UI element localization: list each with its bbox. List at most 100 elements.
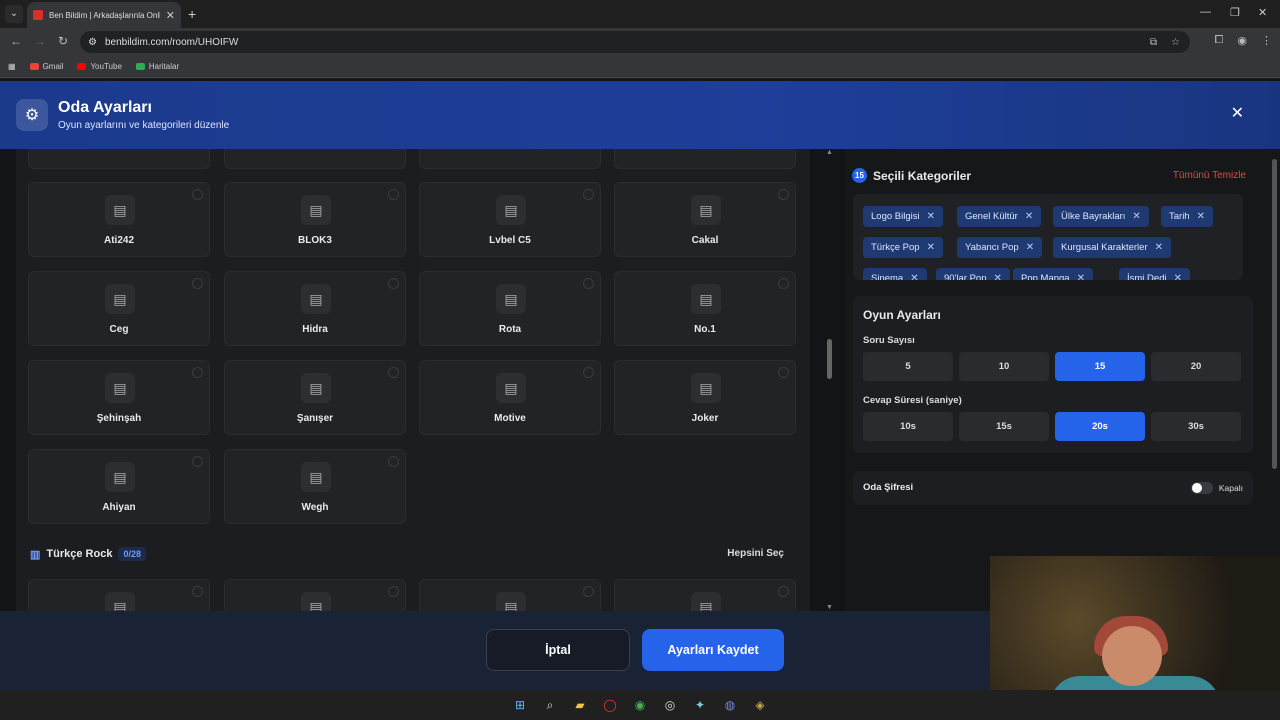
category-card[interactable]: ▤ Ahiyan: [28, 449, 210, 524]
tab-close-icon[interactable]: ✕: [166, 9, 175, 22]
chip-remove-icon[interactable]: ✕: [910, 273, 918, 280]
browser-tab[interactable]: Ben Bildim | Arkadaşlarınla Onli... ✕: [27, 2, 181, 28]
settings-scrollbar[interactable]: [1272, 159, 1278, 469]
category-radio[interactable]: [583, 586, 594, 597]
category-card[interactable]: ▤ Şehinşah: [28, 360, 210, 435]
password-toggle[interactable]: [1191, 482, 1213, 494]
answer-time-option[interactable]: 30s: [1151, 412, 1241, 441]
cast-icon[interactable]: ⧉: [1150, 37, 1157, 48]
category-radio[interactable]: [778, 189, 789, 200]
category-radio[interactable]: [778, 586, 789, 597]
category-card[interactable]: ▤ Wegh: [224, 449, 406, 524]
search-icon[interactable]: ⌕: [540, 695, 560, 715]
category-card[interactable]: ▤ Ceg: [28, 271, 210, 346]
category-card[interactable]: Ben Fero: [224, 149, 406, 169]
new-tab-icon[interactable]: +: [188, 6, 196, 22]
question-count-option[interactable]: 20: [1151, 352, 1241, 381]
chip-remove-icon[interactable]: ✕: [1174, 273, 1182, 280]
category-card[interactable]: ▤ Rota: [419, 271, 601, 346]
category-radio[interactable]: [388, 278, 399, 289]
category-card[interactable]: ▤ Ati242: [28, 182, 210, 257]
chip-remove-icon[interactable]: ✕: [927, 211, 935, 222]
extensions-icon[interactable]: ⧠: [1215, 34, 1224, 47]
category-card[interactable]: ▤ No.1: [614, 271, 796, 346]
category-radio[interactable]: [778, 278, 789, 289]
category-card[interactable]: ▤: [614, 579, 796, 611]
category-card[interactable]: Sagopa Kajmer: [28, 149, 210, 169]
forward-icon[interactable]: →: [34, 34, 46, 48]
category-radio[interactable]: [388, 367, 399, 378]
apps-icon[interactable]: ▦: [8, 62, 16, 71]
menu-icon[interactable]: ⋮: [1261, 34, 1272, 47]
window-close-icon[interactable]: ✕: [1258, 6, 1267, 19]
category-radio[interactable]: [388, 586, 399, 597]
chip-remove-icon[interactable]: ✕: [1026, 242, 1034, 253]
select-all-button[interactable]: Hepsini Seç: [727, 548, 784, 559]
category-card[interactable]: ▤ Hidra: [224, 271, 406, 346]
category-radio[interactable]: [388, 189, 399, 200]
category-radio[interactable]: [192, 278, 203, 289]
scroll-down-icon[interactable]: ▼: [826, 604, 833, 611]
category-card[interactable]: ▤ Şanışer: [224, 360, 406, 435]
profile-avatar-icon[interactable]: ◉: [1237, 34, 1247, 47]
category-radio[interactable]: [583, 189, 594, 200]
save-settings-button[interactable]: Ayarları Kaydet: [642, 629, 784, 671]
category-card[interactable]: ▤ Joker: [614, 360, 796, 435]
file-explorer-icon[interactable]: ▰: [570, 695, 590, 715]
chip-remove-icon[interactable]: ✕: [1132, 211, 1140, 222]
question-count-option[interactable]: 5: [863, 352, 953, 381]
chip-remove-icon[interactable]: ✕: [1025, 211, 1033, 222]
category-radio[interactable]: [192, 586, 203, 597]
bookmark-maps[interactable]: Haritalar: [135, 62, 179, 71]
category-card[interactable]: ▤: [28, 579, 210, 611]
category-card[interactable]: ▤ Cakal: [614, 182, 796, 257]
back-icon[interactable]: ←: [10, 34, 22, 48]
bookmark-youtube[interactable]: YouTube: [77, 62, 122, 71]
category-radio[interactable]: [388, 456, 399, 467]
chip-remove-icon[interactable]: ✕: [1197, 211, 1205, 222]
category-scrollbar[interactable]: ▲ ▼: [826, 149, 834, 611]
app-icon[interactable]: ✦: [690, 695, 710, 715]
category-card[interactable]: ▤ Motive: [419, 360, 601, 435]
scroll-thumb[interactable]: [827, 339, 832, 379]
category-card[interactable]: ▤: [224, 579, 406, 611]
minimize-icon[interactable]: —: [1200, 6, 1211, 18]
category-card[interactable]: ▤: [419, 579, 601, 611]
chip-remove-icon[interactable]: ✕: [1077, 273, 1085, 280]
clear-all-button[interactable]: Tümünü Temizle: [1173, 170, 1246, 181]
category-radio[interactable]: [778, 367, 789, 378]
category-card[interactable]: Allame: [419, 149, 601, 169]
category-radio[interactable]: [583, 278, 594, 289]
reload-icon[interactable]: ↻: [58, 34, 68, 48]
tab-search-icon[interactable]: ⌄: [5, 5, 23, 23]
chip-remove-icon[interactable]: ✕: [1155, 242, 1163, 253]
bookmark-star-icon[interactable]: ☆: [1171, 37, 1180, 48]
bookmark-gmail[interactable]: Gmail: [29, 62, 63, 71]
site-info-icon[interactable]: ⚙: [88, 37, 97, 48]
maximize-icon[interactable]: ❐: [1230, 6, 1240, 19]
question-count-option[interactable]: 10: [959, 352, 1049, 381]
start-icon[interactable]: ⊞: [510, 695, 530, 715]
category-card[interactable]: ▤ BLOK3: [224, 182, 406, 257]
question-count-option[interactable]: 15: [1055, 352, 1145, 381]
category-radio[interactable]: [583, 367, 594, 378]
chrome-icon[interactable]: ◉: [630, 695, 650, 715]
category-radio[interactable]: [192, 367, 203, 378]
answer-time-option[interactable]: 10s: [863, 412, 953, 441]
settings-scroll-thumb[interactable]: [1272, 159, 1277, 469]
scroll-up-icon[interactable]: ▲: [826, 149, 833, 156]
league-icon[interactable]: ◈: [750, 695, 770, 715]
chip-remove-icon[interactable]: ✕: [993, 273, 1001, 280]
category-card[interactable]: ▤ Lvbel C5: [419, 182, 601, 257]
opera-icon[interactable]: ◯: [600, 695, 620, 715]
answer-time-option[interactable]: 20s: [1055, 412, 1145, 441]
category-radio[interactable]: [192, 189, 203, 200]
cancel-button[interactable]: İptal: [486, 629, 630, 671]
answer-time-option[interactable]: 15s: [959, 412, 1049, 441]
category-radio[interactable]: [192, 456, 203, 467]
category-card[interactable]: Gazapizm: [614, 149, 796, 169]
obs-icon[interactable]: ◎: [660, 695, 680, 715]
modal-close-icon[interactable]: ✕: [1231, 103, 1244, 123]
address-bar[interactable]: ⚙ benbildim.com/room/UHOIFW ⧉ ☆: [80, 31, 1190, 53]
discord-icon[interactable]: ◍: [720, 695, 740, 715]
